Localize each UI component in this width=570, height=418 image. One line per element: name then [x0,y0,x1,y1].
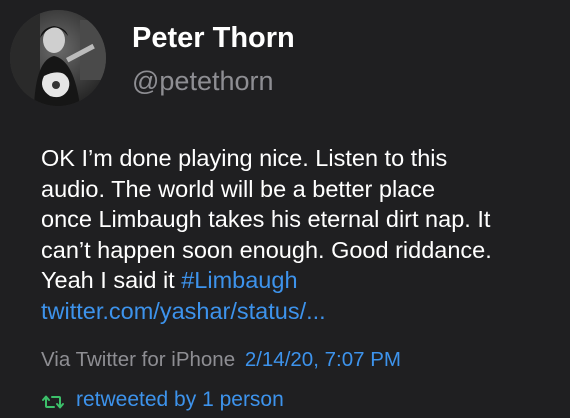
tweet-line: Yeah I said it #Limbaugh [41,265,563,296]
tweet-url-link[interactable]: twitter.com/yashar/status/... [41,296,563,327]
tweet-line: audio. The world will be a better place [41,175,436,202]
retweet-info[interactable]: retweeted by 1 person [41,388,284,412]
tweet-text: OK I’m done playing nice. Listen to this… [41,143,563,326]
retweet-label: retweeted by 1 person [76,388,284,411]
tweet-line: once Limbaugh takes his eternal dirt nap… [41,206,491,232]
avatar[interactable] [10,10,106,106]
tweet-card: Peter Thorn @petethorn OK I’m done playi… [0,0,570,418]
user-handle[interactable]: @petethorn [132,66,274,97]
retweet-icon [41,392,65,409]
display-name[interactable]: Peter Thorn [132,22,295,55]
tweet-source: Via Twitter for iPhone [41,348,236,371]
tweet-line-text: Yeah I said it [41,267,182,293]
hashtag-link[interactable]: #Limbaugh [181,267,297,293]
tweet-meta: Via Twitter for iPhone 2/14/20, 7:07 PM [41,348,401,372]
tweet-line: OK I’m done playing nice. Listen to this [41,145,448,171]
avatar-photo [10,10,106,106]
tweet-timestamp[interactable]: 2/14/20, 7:07 PM [245,348,401,371]
tweet-line: can’t happen soon enough. Good riddance. [41,236,492,263]
